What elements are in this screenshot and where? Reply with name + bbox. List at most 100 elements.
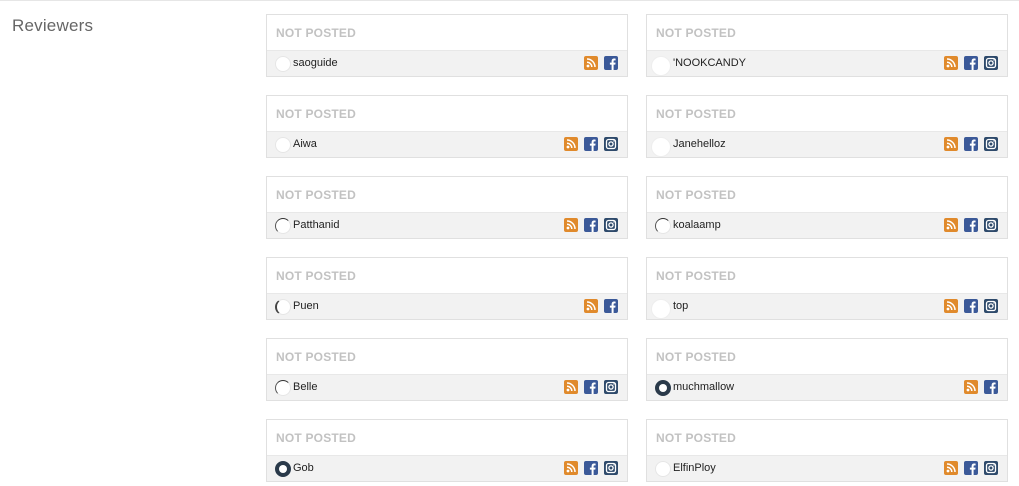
reviewer-card: NOT POSTED Patthanid (266, 176, 628, 239)
rss-icon[interactable] (964, 380, 978, 394)
reviewer-avatar[interactable] (651, 299, 671, 319)
rss-icon[interactable] (944, 461, 958, 475)
post-status-label: NOT POSTED (656, 188, 737, 202)
reviewer-avatar[interactable] (655, 218, 671, 234)
social-links (944, 56, 998, 70)
post-status-label: NOT POSTED (656, 350, 737, 364)
rss-icon[interactable] (584, 56, 598, 70)
facebook-icon[interactable] (604, 299, 618, 313)
reviewer-card: NOT POSTED Belle (266, 338, 628, 401)
reviewer-card: NOT POSTED ElfinPloy (646, 419, 1008, 482)
post-status-label: NOT POSTED (656, 269, 737, 283)
reviewer-info-bar: saoguide (267, 50, 627, 76)
rss-icon[interactable] (564, 380, 578, 394)
instagram-icon[interactable] (604, 218, 618, 232)
post-status-label: NOT POSTED (276, 269, 357, 283)
rss-icon[interactable] (584, 299, 598, 313)
facebook-icon[interactable] (964, 299, 978, 313)
rss-icon[interactable] (564, 218, 578, 232)
facebook-icon[interactable] (584, 218, 598, 232)
rss-icon[interactable] (944, 137, 958, 151)
instagram-icon[interactable] (604, 461, 618, 475)
reviewer-info-bar: muchmallow (647, 374, 1007, 400)
social-links (564, 461, 618, 475)
reviewer-avatar[interactable] (275, 218, 291, 234)
social-links (944, 137, 998, 151)
reviewer-avatar[interactable] (275, 380, 291, 396)
social-links (564, 137, 618, 151)
facebook-icon[interactable] (584, 380, 598, 394)
facebook-icon[interactable] (984, 380, 998, 394)
facebook-icon[interactable] (964, 56, 978, 70)
reviewer-name-link[interactable]: koalaamp (673, 219, 721, 231)
facebook-icon[interactable] (604, 56, 618, 70)
reviewer-name-link[interactable]: saoguide (293, 57, 338, 69)
reviewer-card: NOT POSTED muchmallow (646, 338, 1008, 401)
social-links (944, 218, 998, 232)
instagram-icon[interactable] (604, 380, 618, 394)
instagram-icon[interactable] (604, 137, 618, 151)
reviewer-name-link[interactable]: 'NOOKCANDY (673, 57, 746, 69)
reviewer-avatar[interactable] (275, 137, 291, 153)
reviewer-info-bar: 'NOOKCANDY (647, 50, 1007, 76)
social-links (964, 380, 998, 394)
reviewer-avatar[interactable] (655, 461, 671, 477)
post-status-label: NOT POSTED (276, 188, 357, 202)
instagram-icon[interactable] (984, 461, 998, 475)
reviewer-card: NOT POSTED koalaamp (646, 176, 1008, 239)
reviewer-name-link[interactable]: ElfinPloy (673, 462, 716, 474)
post-status-label: NOT POSTED (276, 26, 357, 40)
social-links (584, 299, 618, 313)
rss-icon[interactable] (564, 137, 578, 151)
reviewer-card: NOT POSTED Janehelloz (646, 95, 1008, 158)
reviewer-card: NOT POSTED Gob (266, 419, 628, 482)
facebook-icon[interactable] (584, 137, 598, 151)
social-links (584, 56, 618, 70)
reviewer-avatar[interactable] (651, 137, 671, 157)
reviewer-card: NOT POSTED top (646, 257, 1008, 320)
instagram-icon[interactable] (984, 218, 998, 232)
post-status-label: NOT POSTED (656, 26, 737, 40)
reviewer-avatar[interactable] (275, 56, 291, 72)
reviewer-avatar[interactable] (275, 299, 291, 315)
facebook-icon[interactable] (964, 137, 978, 151)
rss-icon[interactable] (944, 299, 958, 313)
social-links (944, 299, 998, 313)
reviewer-name-link[interactable]: Puen (293, 300, 319, 312)
instagram-icon[interactable] (984, 299, 998, 313)
reviewer-avatar[interactable] (655, 380, 671, 396)
post-status-label: NOT POSTED (656, 107, 737, 121)
rss-icon[interactable] (564, 461, 578, 475)
reviewer-info-bar: Janehelloz (647, 131, 1007, 157)
reviewer-info-bar: Puen (267, 293, 627, 319)
instagram-icon[interactable] (984, 137, 998, 151)
reviewer-name-link[interactable]: Janehelloz (673, 138, 726, 150)
instagram-icon[interactable] (984, 56, 998, 70)
reviewer-info-bar: Belle (267, 374, 627, 400)
reviewer-avatar[interactable] (651, 56, 671, 76)
reviewer-info-bar: ElfinPloy (647, 455, 1007, 481)
reviewer-name-link[interactable]: Gob (293, 462, 314, 474)
facebook-icon[interactable] (584, 461, 598, 475)
reviewer-avatar[interactable] (275, 461, 291, 477)
reviewer-name-link[interactable]: Belle (293, 381, 317, 393)
post-status-label: NOT POSTED (276, 431, 357, 445)
facebook-icon[interactable] (964, 461, 978, 475)
social-links (564, 218, 618, 232)
post-status-label: NOT POSTED (276, 107, 357, 121)
reviewer-name-link[interactable]: muchmallow (673, 381, 734, 393)
social-links (944, 461, 998, 475)
rss-icon[interactable] (944, 218, 958, 232)
reviewer-name-link[interactable]: top (673, 300, 688, 312)
reviewer-info-bar: koalaamp (647, 212, 1007, 238)
reviewer-card: NOT POSTED saoguide (266, 14, 628, 77)
facebook-icon[interactable] (964, 218, 978, 232)
reviewer-card: NOT POSTED 'NOOKCANDY (646, 14, 1008, 77)
reviewer-info-bar: Aiwa (267, 131, 627, 157)
reviewer-name-link[interactable]: Aiwa (293, 138, 317, 150)
reviewer-card: NOT POSTED Aiwa (266, 95, 628, 158)
post-status-label: NOT POSTED (656, 431, 737, 445)
social-links (564, 380, 618, 394)
reviewer-name-link[interactable]: Patthanid (293, 219, 339, 231)
rss-icon[interactable] (944, 56, 958, 70)
